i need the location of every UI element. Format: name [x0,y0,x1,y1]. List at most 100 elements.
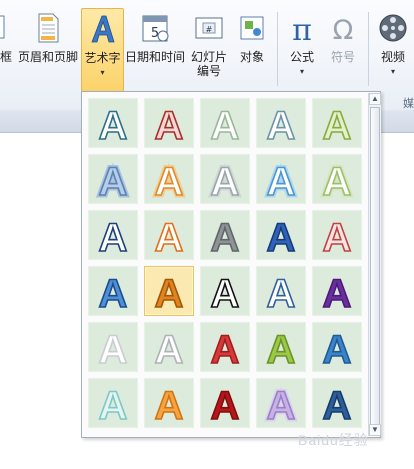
svg-text:A: A [155,216,184,259]
svg-text:A: A [267,160,296,203]
object-button[interactable]: 对象 [232,8,272,92]
scroll-up-icon[interactable]: ▲ [369,93,381,105]
equation-button[interactable]: π 公式 ▾ [282,8,322,92]
gallery-scrollbar[interactable]: ▲ ▼ [368,93,381,436]
svg-text:A: A [99,160,128,203]
symbol-button[interactable]: Ω 符号 [324,8,362,92]
wordart-style-2-1[interactable]: AA [88,154,138,204]
wordart-letter-icon: A [154,215,184,259]
wordart-style-3-1[interactable]: A [88,210,138,260]
svg-text:π: π [292,13,312,44]
header-footer-label: 页眉和页脚 [17,50,78,64]
wordart-style-1-4[interactable]: A [256,98,306,148]
symbol-label: 符号 [330,50,355,64]
wordart-style-1-1[interactable]: A [88,98,138,148]
svg-text:A: A [211,160,240,203]
calendar-icon: 5 [142,15,169,42]
svg-text:A: A [267,384,296,427]
wordart-style-3-4[interactable]: A [256,210,306,260]
slide-number-label: 幻灯片 [190,50,227,64]
textbox-label: 框 [0,50,12,64]
scroll-thumb[interactable] [370,107,380,425]
svg-text:A: A [267,104,296,147]
datetime-button[interactable]: 5 日期和时间 [124,8,186,92]
chevron-down-icon: ▾ [299,67,304,76]
wordart-style-5-5[interactable]: A [312,322,362,372]
svg-text:A: A [211,104,240,147]
wordart-letter-icon: AA [264,158,298,204]
wordart-style-5-2[interactable]: A [144,322,194,372]
equation-label: 公式 [289,50,314,64]
video-label: 视频 [380,50,405,64]
wordart-style-4-1[interactable]: A [88,266,138,316]
wordart-style-4-3[interactable]: A [200,266,250,316]
scroll-down-icon[interactable]: ▼ [369,424,381,436]
wordart-style-6-3[interactable]: A [200,378,250,428]
wordart-icon [90,15,115,43]
svg-text:A: A [323,272,352,315]
wordart-style-6-1[interactable]: A [88,378,138,428]
svg-text:A: A [323,160,352,203]
wordart-letter-icon: A [154,271,184,315]
wordart-style-5-3[interactable]: A [200,322,250,372]
textbox-button[interactable]: 框 [0,8,16,92]
wordart-style-3-2[interactable]: A [144,210,194,260]
svg-text:A: A [323,216,352,259]
wordart-gallery: AAAAAAAAAAAAAAAAAAAAAAAAAAAAAAAAAAAA ▲ ▼ [81,91,381,438]
svg-text:A: A [99,328,128,371]
wordart-button[interactable]: 艺术字 ▾ [81,8,124,92]
svg-text:A: A [155,104,184,147]
wordart-style-2-3[interactable]: AA [200,154,250,204]
wordart-style-6-5[interactable]: A [312,378,362,428]
wordart-style-1-3[interactable]: A [200,98,250,148]
wordart-style-3-5[interactable]: A [312,210,362,260]
wordart-style-2-5[interactable]: AA [312,154,362,204]
wordart-style-4-4[interactable]: A [256,266,306,316]
wordart-style-3-3[interactable]: A [200,210,250,260]
wordart-label: 艺术字 [84,51,121,65]
svg-text:#: # [206,25,213,34]
svg-text:Ω: Ω [333,15,354,44]
wordart-style-1-2[interactable]: A [144,98,194,148]
wordart-letter-icon: AA [320,158,354,204]
wordart-letter-icon: A [98,103,128,147]
wordart-letter-icon: A [322,327,352,371]
video-button[interactable]: 视频 ▾ [373,8,413,92]
svg-text:A: A [155,160,184,203]
wordart-style-6-4[interactable]: AA [256,378,306,428]
wordart-letter-icon: AA [264,382,298,428]
slide-number-button[interactable]: # 幻灯片 编号 [187,8,231,92]
svg-text:A: A [99,104,128,147]
wordart-letter-icon: A [98,383,128,427]
wordart-letter-icon: AA [152,158,186,204]
wordart-letter-icon: A [210,271,240,315]
wordart-letter-icon: A [98,271,128,315]
svg-text:A: A [267,272,296,315]
wordart-style-5-1[interactable]: A [88,322,138,372]
header-footer-icon [38,13,59,43]
object-icon [240,16,264,40]
wordart-letter-icon: A [266,327,296,371]
group-separator [277,12,278,86]
wordart-letter-icon: A [322,103,352,147]
svg-text:A: A [99,216,128,259]
wordart-letter-icon: AA [208,158,242,204]
watermark: Baidu经验 [298,432,369,448]
svg-text:A: A [155,384,184,427]
wordart-style-1-5[interactable]: A [312,98,362,148]
omega-icon: Ω [333,15,354,44]
wordart-style-2-4[interactable]: AA [256,154,306,204]
wordart-letter-icon: A [210,383,240,427]
header-footer-button[interactable]: 页眉和页脚 [16,8,80,92]
wordart-style-5-4[interactable]: A [256,322,306,372]
wordart-style-2-2[interactable]: AA [144,154,194,204]
wordart-letter-icon: A [266,271,296,315]
wordart-letter-icon: A [154,103,184,147]
wordart-style-4-5[interactable]: A [312,266,362,316]
chevron-down-icon: ▾ [100,68,105,77]
wordart-letter-icon: A [154,327,184,371]
wordart-style-6-2[interactable]: A [144,378,194,428]
wordart-style-4-2[interactable]: A [144,266,194,316]
object-label: 对象 [239,50,264,64]
wordart-letter-icon: A [210,327,240,371]
